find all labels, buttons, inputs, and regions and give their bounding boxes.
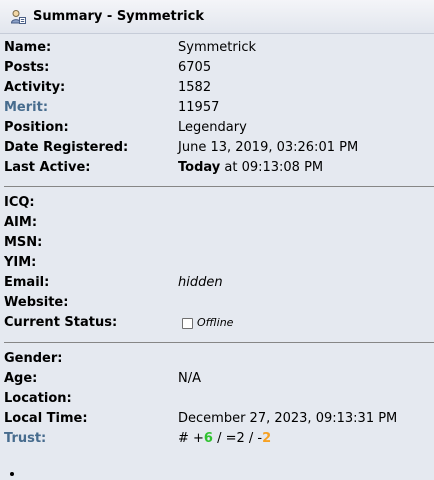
status-text: Offline xyxy=(197,316,234,329)
position-row: Position: Legendary xyxy=(4,118,358,138)
last-active-row: Last Active: Today at 09:13:08 PM xyxy=(4,158,358,178)
last-active-value: Today at 09:13:08 PM xyxy=(178,158,358,178)
name-value: Symmetrick xyxy=(178,40,256,55)
offline-status-icon xyxy=(182,317,193,329)
icq-label: ICQ: xyxy=(4,195,35,210)
local-time-value: December 27, 2023, 09:13:31 PM xyxy=(178,410,398,426)
position-value: Legendary xyxy=(178,120,247,135)
age-row: Age: N/A xyxy=(4,369,397,389)
email-label: Email: xyxy=(4,275,50,290)
yim-label: YIM: xyxy=(4,255,37,270)
email-row: Email: hidden xyxy=(4,273,233,293)
posts-value: 6705 xyxy=(178,60,212,75)
yim-row: YIM: xyxy=(4,253,233,273)
basic-info-table: Name: Symmetrick Posts: 6705 Activity: 1… xyxy=(4,38,358,178)
registered-row: Date Registered: June 13, 2019, 03:26:01… xyxy=(4,138,358,158)
last-active-time: at 09:13:08 PM xyxy=(220,160,324,175)
current-status-label: Current Status: xyxy=(4,315,118,331)
trust-label-cell: Trust: xyxy=(4,429,178,449)
gender-row: Gender: xyxy=(4,349,397,369)
bullet-marker xyxy=(10,472,14,476)
name-label: Name: xyxy=(4,40,52,55)
merit-link[interactable]: Merit: xyxy=(4,100,48,115)
section-divider xyxy=(4,186,434,187)
aim-row: AIM: xyxy=(4,213,233,233)
gender-value xyxy=(178,349,397,369)
yim-value xyxy=(178,253,233,273)
location-row: Location: xyxy=(4,389,397,409)
section-divider xyxy=(4,341,434,343)
local-time-label: Local Time: xyxy=(4,410,88,426)
position-label: Position: xyxy=(4,120,69,135)
merit-value: 11957 xyxy=(178,100,220,115)
registered-label: Date Registered: xyxy=(4,140,129,155)
age-label: Age: xyxy=(4,370,38,386)
current-status-row: Current Status: Offline xyxy=(4,313,233,334)
website-row: Website: xyxy=(4,293,233,313)
merit-row: Merit: 11957 xyxy=(4,98,358,118)
trust-link[interactable]: Trust: xyxy=(4,431,46,446)
icq-value xyxy=(178,193,233,213)
trust-positive: 6 xyxy=(203,430,213,446)
activity-row: Activity: 1582 xyxy=(4,78,358,98)
name-row: Name: Symmetrick xyxy=(4,38,358,58)
trust-middle: / =2 / - xyxy=(212,430,263,446)
msn-label: MSN: xyxy=(4,235,43,250)
msn-row: MSN: xyxy=(4,233,233,253)
trust-negative: 2 xyxy=(262,430,272,446)
age-value: N/A xyxy=(178,370,201,386)
contact-info-table: ICQ: AIM: MSN: YIM: Email: hidden Websit… xyxy=(4,193,233,334)
website-label: Website: xyxy=(4,295,69,310)
posts-label: Posts: xyxy=(4,60,50,75)
website-value xyxy=(178,293,233,313)
current-status-value: Offline xyxy=(178,313,233,334)
activity-label: Activity: xyxy=(4,80,66,95)
local-time-row: Local Time: December 27, 2023, 09:13:31 … xyxy=(4,409,397,429)
aim-value xyxy=(178,213,233,233)
posts-row: Posts: 6705 xyxy=(4,58,358,78)
profile-summary-panel: Name: Symmetrick Posts: 6705 Activity: 1… xyxy=(0,34,434,449)
aim-label: AIM: xyxy=(4,215,38,230)
last-active-label: Last Active: xyxy=(4,160,91,175)
merit-label-cell: Merit: xyxy=(4,98,178,118)
registered-value: June 13, 2019, 03:26:01 PM xyxy=(178,140,359,155)
email-value: hidden xyxy=(178,275,223,290)
location-value xyxy=(178,389,397,409)
activity-value: 1582 xyxy=(178,80,212,95)
gender-label: Gender: xyxy=(4,350,63,366)
trust-prefix: # + xyxy=(178,430,204,446)
location-label: Location: xyxy=(4,390,72,406)
trust-value: # +6 / =2 / -2 xyxy=(178,429,397,449)
msn-value xyxy=(178,233,233,253)
trust-row: Trust: # +6 / =2 / -2 xyxy=(4,429,397,449)
last-active-day: Today xyxy=(178,160,221,175)
personal-info-table: Gender: Age: N/A Location: Local Time: D… xyxy=(4,349,397,449)
page-title: Summary - Symmetrick xyxy=(33,9,204,24)
summary-header: Summary - Symmetrick xyxy=(0,0,434,34)
user-profile-icon xyxy=(10,9,26,25)
icq-row: ICQ: xyxy=(4,193,233,213)
